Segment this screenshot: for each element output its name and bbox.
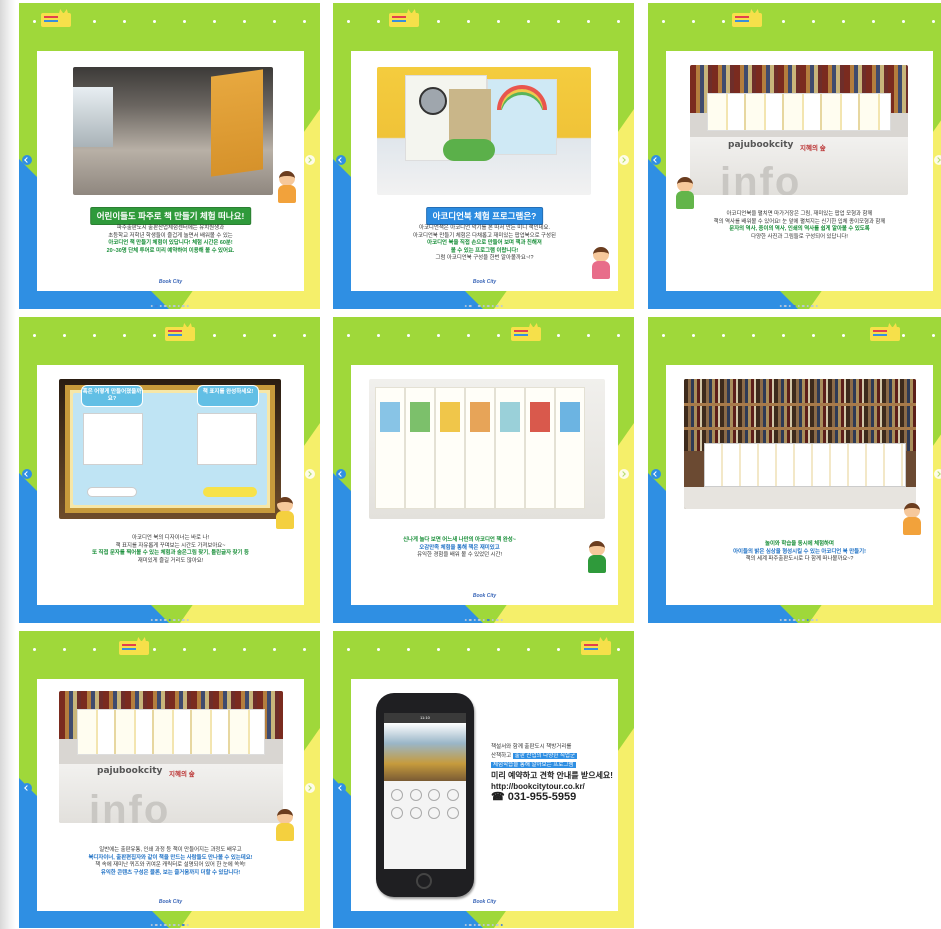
chevron-right-icon[interactable] xyxy=(619,155,629,165)
slide-card: pajubookcity 지혜의 숲 info 아코디언북을 펼치면 마가거장은… xyxy=(666,51,933,291)
slide-caption: 아코디언북을 펼치면 마가거장은 그림, 재미있는 팝업 모형과 함께 책의 역… xyxy=(713,211,886,240)
phone-banner xyxy=(384,723,466,781)
photo-brand2-text: 지혜의 숲 xyxy=(169,771,195,778)
chevron-left-icon[interactable] xyxy=(22,469,32,479)
chevron-left-icon[interactable] xyxy=(651,469,661,479)
tablet-question-2: 책 표지를 완성하세요! xyxy=(197,385,259,407)
slide-card: 11:10 책설서와 함께 출판도시 책방거리를 산책하고 출판 산업의 다양한… xyxy=(351,679,618,911)
slide-card: 놀이와 학습을 동시에 체험하며 아이들의 밝은 심상을 형성시킬 수 있는 아… xyxy=(666,365,933,605)
kid-illustration xyxy=(272,809,298,843)
bookcity-logo-icon xyxy=(581,637,611,657)
top-dots xyxy=(33,20,306,23)
bookcity-logo-icon xyxy=(870,323,900,343)
tablet-question-1: 혹은 어떻게 만들어졌을까요? xyxy=(81,385,143,407)
page-indicator xyxy=(464,618,503,621)
bookcity-logo-icon xyxy=(165,323,195,343)
page-indicator xyxy=(779,618,818,621)
slide-caption: 아코디언책은 아코디언 악기를 본 따서 만든 미니 책인데요. 아코디언북 만… xyxy=(413,225,556,262)
slide-card: 혹은 어떻게 만들어졌을까요? 책 표지를 완성하세요! 아코디언 북의 디자이… xyxy=(37,365,304,605)
kid-illustration xyxy=(274,171,300,205)
bookcity-logo-icon xyxy=(389,9,419,29)
smartphone-mockup: 11:10 xyxy=(376,693,474,897)
slide-1[interactable]: 어린이들도 파주로 책 만들기 체험 떠나요! 파주출판도시 출판산업체험센터에… xyxy=(19,3,320,309)
phone-number[interactable]: ☎ 031-955-5959 xyxy=(491,792,631,803)
bookcity-logo-icon xyxy=(511,323,541,343)
phone-time: 11:10 xyxy=(384,713,466,723)
slide-7[interactable]: pajubookcity 지혜의 숲 info 일반에는 출판유통, 인쇄 과정… xyxy=(19,631,320,928)
chevron-left-icon[interactable] xyxy=(22,783,32,793)
instagram-grid-page: 어린이들도 파주로 책 만들기 체험 떠나요! 파주출판도시 출판산업체험센터에… xyxy=(0,0,941,929)
chevron-left-icon[interactable] xyxy=(336,155,346,165)
slide-caption: 아코디언 북의 디자이너는 바로 나! 책 표지를 자유롭게 꾸며보는 시간도 … xyxy=(92,535,249,564)
kids-illustration xyxy=(899,503,925,537)
chevron-right-icon[interactable] xyxy=(305,469,315,479)
page-indicator xyxy=(150,923,189,926)
bookcity-logo-icon xyxy=(732,9,762,29)
chevron-right-icon[interactable] xyxy=(619,469,629,479)
slide-6[interactable]: 놀이와 학습을 동시에 체험하며 아이들의 밝은 심상을 형성시킬 수 있는 아… xyxy=(648,317,941,623)
tablet-photo: 혹은 어떻게 만들어졌을까요? 책 표지를 완성하세요! xyxy=(59,379,281,519)
bookcity-logo-icon xyxy=(119,637,149,657)
slide-card: pajubookcity 지혜의 숲 info 일반에는 출판유통, 인쇄 과정… xyxy=(37,679,304,911)
bookcity-footer-logo: Book City xyxy=(158,279,183,285)
popup-book-photo xyxy=(377,67,591,195)
phone-app-icons xyxy=(390,789,460,819)
accordion-booklets-photo xyxy=(369,379,605,519)
slide-caption: 놀이와 학습을 동시에 체험하며 아이들의 밝은 심상을 형성시킬 수 있는 아… xyxy=(733,541,866,563)
slide-card: 아코디언북 체험 프로그램은? 아코디언책은 아코디언 악기를 본 따서 만든 … xyxy=(351,51,618,291)
chevron-left-icon[interactable] xyxy=(336,783,346,793)
chevron-right-icon[interactable] xyxy=(305,783,315,793)
bookcity-footer-logo: Book City xyxy=(472,899,497,905)
slide-caption: 파주출판도시 출판산업체험센터에는 유치원생과 초등학교 저학년 학생들이 즐겁… xyxy=(106,225,235,254)
photo-brand2-text: 지혜의 숲 xyxy=(800,145,826,152)
chevron-left-icon[interactable] xyxy=(336,469,346,479)
bookcity-footer-logo: Book City xyxy=(158,899,183,905)
slide-8[interactable]: 11:10 책설서와 함께 출판도시 책방거리를 산책하고 출판 산업의 다양한… xyxy=(333,631,634,928)
photo-info-text: info xyxy=(89,788,171,823)
kid-illustration xyxy=(672,177,698,211)
lobby-photo xyxy=(73,67,273,195)
photo-brand-text: pajubookcity xyxy=(728,140,794,150)
chevron-right-icon[interactable] xyxy=(305,155,315,165)
slide-card: 신나게 놀다 보면 어느새 나만의 아코디언 책 완성~ 오감만족 체험을 통해… xyxy=(351,365,618,605)
library-photo xyxy=(684,379,916,509)
slide-heading: 아코디언북 체험 프로그램은? xyxy=(425,207,544,225)
edge-shadow xyxy=(0,0,16,929)
page-indicator xyxy=(464,304,503,307)
bookcity-footer-logo: Book City xyxy=(472,593,497,599)
slide-5[interactable]: 신나게 놀다 보면 어느새 나만의 아코디언 책 완성~ 오감만족 체험을 통해… xyxy=(333,317,634,623)
slide-heading: 어린이들도 파주로 책 만들기 체험 떠나요! xyxy=(89,207,252,225)
home-button-icon xyxy=(416,873,432,889)
bookcity-logo-icon xyxy=(41,9,71,29)
page-indicator xyxy=(150,618,189,621)
kid-illustration xyxy=(272,497,298,531)
kid-illustration xyxy=(588,247,614,281)
kid-illustration xyxy=(584,541,610,575)
slide-3[interactable]: pajubookcity 지혜의 숲 info 아코디언북을 펼치면 마가거장은… xyxy=(648,3,941,309)
phone-screen: 11:10 xyxy=(384,713,466,869)
page-indicator xyxy=(464,923,503,926)
chevron-left-icon[interactable] xyxy=(651,155,661,165)
photo-info-text: info xyxy=(720,160,802,195)
slide-2[interactable]: 아코디언북 체험 프로그램은? 아코디언책은 아코디언 악기를 본 따서 만든 … xyxy=(333,3,634,309)
photo-brand-text: pajubookcity xyxy=(97,766,163,776)
contact-info: 책설서와 함께 출판도시 책방거리를 산책하고 출판 산업의 다양한 직업군 체… xyxy=(491,743,631,803)
slide-caption: 일반에는 출판유통, 인쇄 과정 등 책이 만들어지는 과정도 배우고 북디자이… xyxy=(88,847,253,876)
accordion-display-photo: pajubookcity 지혜의 숲 info xyxy=(690,65,908,195)
chevron-right-icon[interactable] xyxy=(934,155,941,165)
accordion-display-photo: pajubookcity 지혜의 숲 info xyxy=(59,691,283,823)
slide-4[interactable]: 혹은 어떻게 만들어졌을까요? 책 표지를 완성하세요! 아코디언 북의 디자이… xyxy=(19,317,320,623)
page-indicator xyxy=(150,304,189,307)
chevron-left-icon[interactable] xyxy=(22,155,32,165)
bookcity-footer-logo: Book City xyxy=(472,279,497,285)
slide-grid: 어린이들도 파주로 책 만들기 체험 떠나요! 파주출판도시 출판산업체험센터에… xyxy=(19,3,941,928)
chevron-right-icon[interactable] xyxy=(934,469,941,479)
slide-card: 어린이들도 파주로 책 만들기 체험 떠나요! 파주출판도시 출판산업체험센터에… xyxy=(37,51,304,291)
slide-caption: 신나게 놀다 보면 어느새 나만의 아코디언 책 완성~ 오감만족 체험을 통해… xyxy=(403,537,516,559)
page-indicator xyxy=(779,304,818,307)
